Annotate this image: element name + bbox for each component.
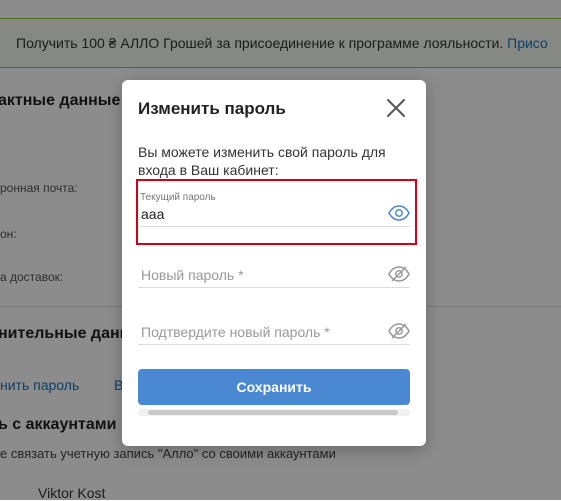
confirm-password-field [138, 310, 410, 345]
new-password-field [138, 253, 410, 288]
horizontal-scrollbar[interactable] [138, 409, 410, 416]
modal-title: Изменить пароль [138, 99, 286, 118]
change-password-modal: Изменить пароль Вы можете изменить свой … [122, 80, 426, 446]
toggle-confirm-password-button[interactable] [388, 323, 410, 339]
eye-icon [388, 205, 410, 221]
current-password-input[interactable] [138, 204, 377, 224]
eye-off-icon [388, 323, 410, 339]
scrollbar-thumb[interactable] [148, 410, 398, 415]
current-password-label: Текущий пароль [140, 192, 216, 203]
new-password-input[interactable] [138, 265, 377, 285]
close-button[interactable] [384, 96, 408, 120]
modal-description: Вы можете изменить свой пароль для входа… [138, 144, 386, 178]
current-password-field: Текущий пароль [138, 192, 410, 227]
close-icon [387, 99, 405, 117]
save-button[interactable]: Сохранить [138, 369, 410, 405]
toggle-current-password-button[interactable] [388, 205, 410, 221]
toggle-new-password-button[interactable] [388, 266, 410, 282]
eye-off-icon [388, 266, 410, 282]
confirm-password-input[interactable] [138, 322, 377, 342]
